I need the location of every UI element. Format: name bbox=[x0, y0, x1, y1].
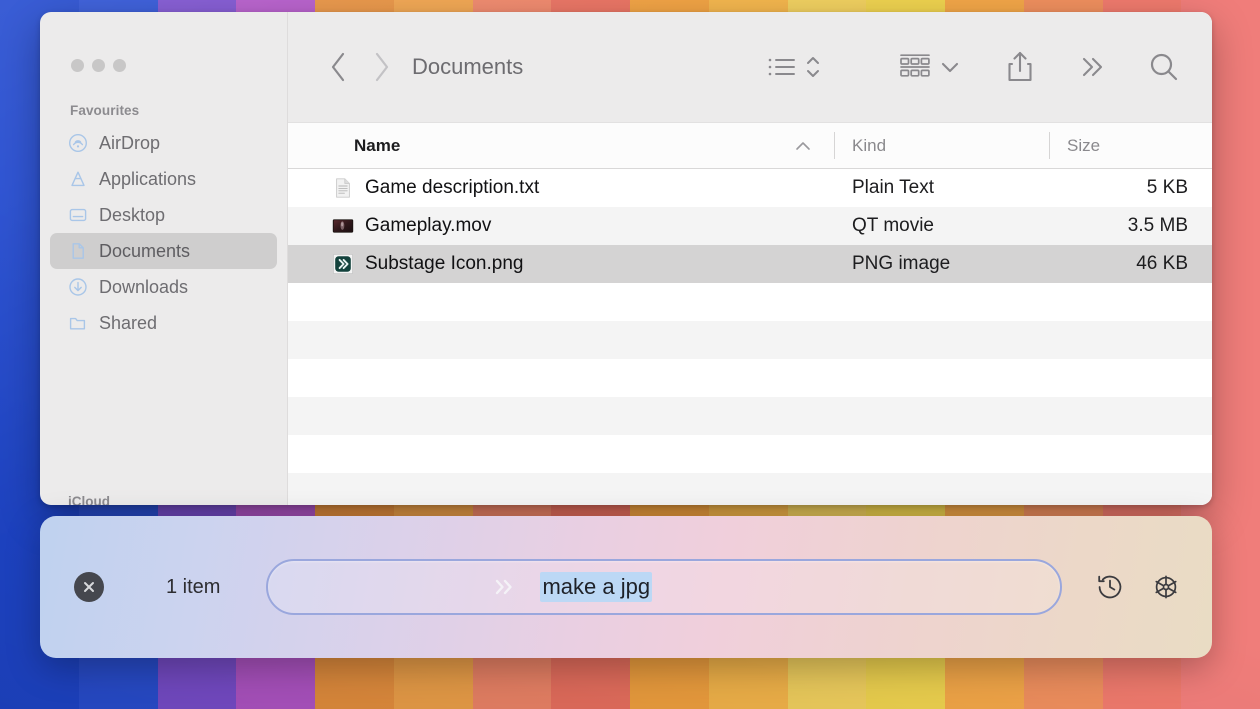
column-header-size[interactable]: Size bbox=[1049, 123, 1212, 168]
table-row[interactable]: Substage Icon.png PNG image 46 KB bbox=[288, 245, 1212, 283]
file-kind-cell: QT movie bbox=[852, 215, 935, 236]
column-header-label: Kind bbox=[852, 135, 887, 155]
sidebar-item-label: Shared bbox=[99, 312, 158, 333]
column-header-label: Name bbox=[354, 135, 401, 155]
file-name-cell: Substage Icon.png bbox=[288, 253, 834, 275]
sidebar-item-applications[interactable]: Applications bbox=[50, 161, 277, 197]
sidebar-item-desktop[interactable]: Desktop bbox=[50, 197, 277, 233]
window-controls bbox=[40, 12, 287, 72]
empty-row bbox=[288, 321, 1212, 359]
minimize-button[interactable] bbox=[92, 59, 105, 72]
close-circle-icon[interactable] bbox=[74, 572, 104, 602]
file-size-cell: 3.5 MB bbox=[1127, 215, 1188, 236]
file-name-label: Game description.txt bbox=[365, 177, 540, 198]
history-clock-icon[interactable] bbox=[1090, 567, 1130, 607]
movie-file-icon bbox=[332, 215, 354, 237]
empty-row bbox=[288, 397, 1212, 435]
sidebar-item-label: Applications bbox=[99, 168, 197, 189]
sidebar-scroll-area: Favourites AirDrop Applications Desktop … bbox=[40, 72, 287, 341]
list-view-icon[interactable] bbox=[764, 47, 800, 87]
sidebar-item-downloads[interactable]: Downloads bbox=[50, 269, 277, 305]
double-chevron-right-icon bbox=[492, 576, 518, 598]
forward-button[interactable] bbox=[360, 46, 402, 88]
sort-updown-icon[interactable] bbox=[800, 47, 826, 87]
sidebar-item-label: AirDrop bbox=[99, 132, 161, 153]
sidebar-item-shared[interactable]: Shared bbox=[50, 305, 277, 341]
gear-icon[interactable] bbox=[1146, 567, 1186, 607]
document-icon bbox=[68, 241, 88, 261]
airdrop-icon bbox=[68, 133, 88, 153]
group-grid-icon[interactable] bbox=[894, 47, 936, 87]
column-header-label: Size bbox=[1067, 135, 1101, 155]
content-pane: Documents Name Kind Size Game descriptio… bbox=[288, 12, 1212, 505]
file-size-cell: 46 KB bbox=[1136, 253, 1188, 274]
file-list[interactable]: Game description.txt Plain Text 5 KB Gam… bbox=[288, 169, 1212, 505]
text-file-icon bbox=[332, 177, 354, 199]
column-header-kind[interactable]: Kind bbox=[834, 123, 1049, 168]
applications-icon bbox=[68, 169, 88, 189]
ai-prompt-value[interactable]: make a jpg bbox=[540, 572, 653, 602]
back-button[interactable] bbox=[318, 46, 360, 88]
search-icon[interactable] bbox=[1142, 45, 1186, 89]
desktop: Favourites AirDrop Applications Desktop … bbox=[0, 0, 1260, 709]
sidebar-item-label: Downloads bbox=[99, 276, 189, 297]
empty-row bbox=[288, 283, 1212, 321]
toolbar: Documents bbox=[288, 12, 1212, 122]
finder-window: Favourites AirDrop Applications Desktop … bbox=[40, 12, 1212, 505]
ai-prompt-input[interactable]: make a jpg bbox=[266, 559, 1062, 615]
table-row[interactable]: Game description.txt Plain Text 5 KB bbox=[288, 169, 1212, 207]
empty-row bbox=[288, 359, 1212, 397]
file-size-cell: 5 KB bbox=[1146, 177, 1188, 198]
sidebar-item-label: Documents bbox=[99, 240, 191, 261]
empty-row bbox=[288, 473, 1212, 505]
double-chevron-right-icon[interactable] bbox=[1072, 47, 1112, 87]
sidebar-section-icloud-header: iCloud bbox=[68, 494, 110, 505]
ai-command-bar: 1 item make a jpg bbox=[40, 516, 1212, 658]
page-title: Documents bbox=[412, 54, 524, 79]
file-name-label: Substage Icon.png bbox=[365, 253, 524, 274]
zoom-button[interactable] bbox=[113, 59, 126, 72]
file-kind-cell: Plain Text bbox=[852, 177, 935, 198]
sidebar-item-documents[interactable]: Documents bbox=[50, 233, 277, 269]
downloads-icon bbox=[68, 277, 88, 297]
sidebar-item-label: Desktop bbox=[99, 204, 166, 225]
substage-png-icon bbox=[332, 253, 354, 275]
sidebar-item-airdrop[interactable]: AirDrop bbox=[50, 125, 277, 161]
sidebar-section-favourites-header: Favourites bbox=[70, 103, 140, 118]
table-row[interactable]: Gameplay.mov QT movie 3.5 MB bbox=[288, 207, 1212, 245]
toolbar-right-group bbox=[764, 45, 1186, 89]
chevron-down-icon[interactable] bbox=[936, 47, 964, 87]
file-name-label: Gameplay.mov bbox=[365, 215, 492, 236]
table-column-headers: Name Kind Size bbox=[288, 122, 1212, 169]
chevron-up-icon bbox=[794, 140, 812, 152]
desktop-icon bbox=[68, 205, 88, 225]
share-icon[interactable] bbox=[998, 45, 1042, 89]
folder-icon bbox=[68, 313, 88, 333]
column-header-name[interactable]: Name bbox=[288, 123, 834, 168]
empty-row bbox=[288, 435, 1212, 473]
file-kind-cell: PNG image bbox=[852, 253, 951, 274]
file-name-cell: Gameplay.mov bbox=[288, 215, 834, 237]
sidebar: Favourites AirDrop Applications Desktop … bbox=[40, 12, 288, 505]
close-button[interactable] bbox=[71, 59, 84, 72]
status-text: 1 item bbox=[166, 575, 221, 598]
file-name-cell: Game description.txt bbox=[288, 177, 834, 199]
